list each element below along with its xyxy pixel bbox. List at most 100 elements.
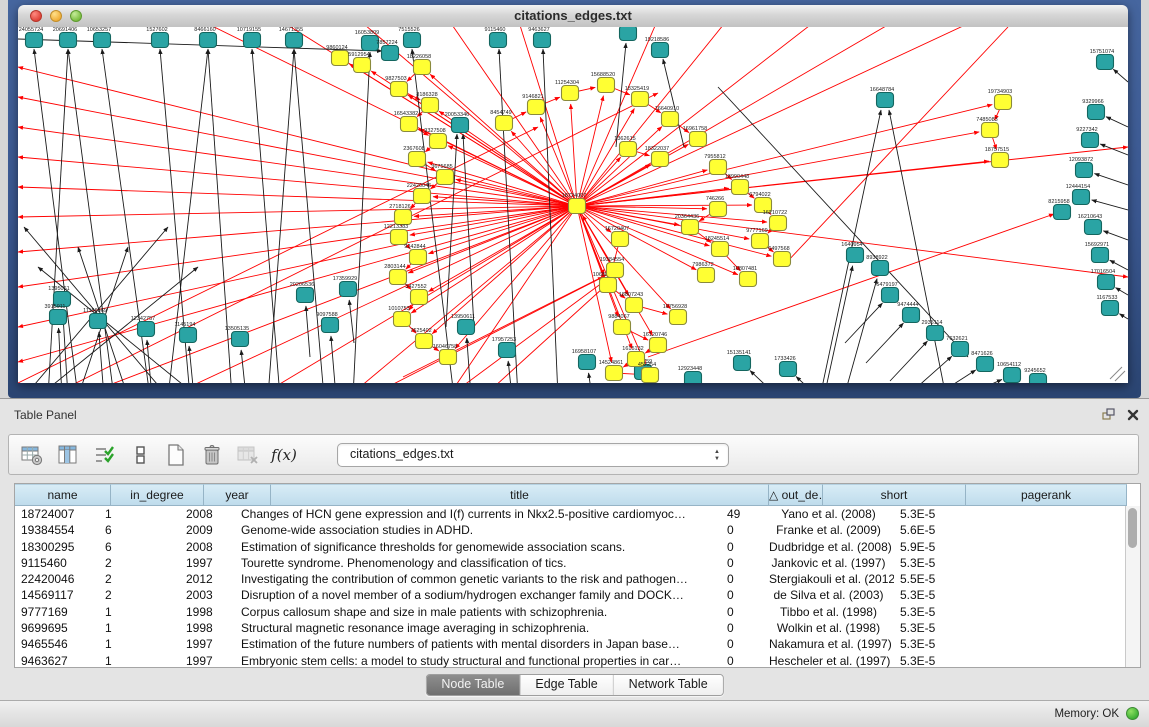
graph-node[interactable]: 8938922 xyxy=(866,255,888,276)
graph-node[interactable]: 8471626 xyxy=(971,351,993,372)
table-row[interactable]: 969969511998Structural magnetic resonanc… xyxy=(15,620,1140,636)
graph-node[interactable]: 1362615 xyxy=(614,136,636,157)
table-settings-button[interactable] xyxy=(19,442,45,468)
graph-node[interactable]: 12213383 xyxy=(384,224,408,245)
graph-node[interactable]: 9097588 xyxy=(316,312,338,333)
graph-node[interactable]: 3675685 xyxy=(431,164,453,185)
table-row[interactable]: 2242004622012Investigating the contribut… xyxy=(15,571,1140,587)
graph-node[interactable]: 16961758 xyxy=(683,126,707,147)
graph-node[interactable]: 1010753 xyxy=(388,306,410,327)
graph-node[interactable]: 10807481 xyxy=(733,266,757,287)
graph-node[interactable]: 7986372 xyxy=(692,262,714,283)
graph-node[interactable]: 7485083 xyxy=(976,117,998,138)
graph-node[interactable]: 1733426 xyxy=(774,356,796,377)
table-row[interactable]: 946362711997Embryonic stem cells: a mode… xyxy=(15,653,1140,669)
graph-node[interactable]: 3915911 xyxy=(44,304,66,325)
graph-node[interactable]: 14671355 xyxy=(279,27,303,48)
graph-node[interactable]: 16640910 xyxy=(655,106,679,127)
graph-node[interactable]: 10719155 xyxy=(237,27,261,48)
network-window-titlebar[interactable]: citations_edges.txt xyxy=(18,5,1128,28)
graph-node[interactable]: 12093872 xyxy=(1069,157,1093,178)
graph-node[interactable]: 9777169 xyxy=(746,228,768,249)
table-scrollbar-thumb[interactable] xyxy=(1128,508,1137,548)
table-row[interactable]: 977716911998Corpus callosum shape and si… xyxy=(15,604,1140,620)
graph-node[interactable]: 9115460 xyxy=(484,27,506,48)
graph-node[interactable]: 16210643 xyxy=(1078,214,1102,235)
graph-node[interactable]: 7857224 xyxy=(376,40,398,61)
table-row[interactable]: 946554611997Estimation of the future num… xyxy=(15,636,1140,652)
graph-node[interactable]: 19734903 xyxy=(988,89,1012,110)
graph-node[interactable]: 9463627 xyxy=(528,27,550,48)
graph-node[interactable]: 1527602 xyxy=(146,27,168,48)
table-row[interactable]: 1456911722003Disruption of a novel membe… xyxy=(15,587,1140,603)
graph-node[interactable]: 8215958 xyxy=(1048,199,1070,220)
tab-node-table[interactable]: Node Table xyxy=(426,675,520,695)
tab-network-table[interactable]: Network Table xyxy=(614,675,723,695)
graph-node[interactable]: 9827503 xyxy=(385,76,407,97)
table-row[interactable]: 911546021997Tourette syndrome. Phenomeno… xyxy=(15,555,1140,571)
graph-node[interactable]: 17957253 xyxy=(492,337,516,358)
graph-node[interactable]: 18325419 xyxy=(625,86,649,107)
float-panel-icon[interactable] xyxy=(1101,407,1115,426)
graph-node[interactable]: 9884067 xyxy=(608,314,630,335)
graph-node[interactable]: 17359929 xyxy=(333,276,357,297)
graph-node[interactable]: 12923448 xyxy=(678,366,702,383)
row-height-button[interactable] xyxy=(127,442,153,468)
graph-node[interactable]: 20691406 xyxy=(53,27,77,48)
graph-node[interactable]: 1167533 xyxy=(1096,295,1118,316)
graph-node[interactable]: 18322037 xyxy=(645,146,669,167)
graph-node[interactable]: 9146821 xyxy=(522,94,544,115)
graph-node[interactable]: 2803144 xyxy=(384,264,406,285)
graph-node[interactable]: 8454749 xyxy=(490,110,512,131)
graph-node[interactable]: 7515526 xyxy=(398,27,420,48)
new-table-button[interactable] xyxy=(163,442,189,468)
graph-node[interactable]: 15688520 xyxy=(591,72,615,93)
column-header-pagerank[interactable]: pagerank xyxy=(966,484,1127,506)
graph-node[interactable]: 18807243 xyxy=(619,292,643,313)
select-rows-button[interactable] xyxy=(91,442,117,468)
tab-edge-table[interactable]: Edge Table xyxy=(520,675,613,695)
graph-node[interactable]: 16046758 xyxy=(433,344,457,365)
graph-node[interactable]: 16543382 xyxy=(394,111,418,132)
graph-node[interactable]: 24055724 xyxy=(19,27,43,48)
graph-node[interactable]: 9860124 xyxy=(326,45,348,66)
graph-node[interactable]: 10654112 xyxy=(997,362,1021,383)
graph-node[interactable]: 8813054 xyxy=(614,27,636,41)
graph-node[interactable]: 10653257 xyxy=(87,27,111,48)
graph-node[interactable]: 7955812 xyxy=(704,154,726,175)
graph-node[interactable]: 9474444 xyxy=(897,302,919,323)
close-panel-icon[interactable] xyxy=(1127,408,1139,426)
graph-node[interactable]: 15692971 xyxy=(1085,242,1109,263)
network-canvas[interactable]: 1872400724055724206914061065325715276028… xyxy=(18,27,1128,383)
function-builder-button[interactable]: f(x) xyxy=(271,442,297,468)
column-header-year[interactable]: year xyxy=(204,484,271,506)
graph-node[interactable]: 18990448 xyxy=(725,174,749,195)
graph-node[interactable]: 9227342 xyxy=(1076,127,1098,148)
graph-node[interactable]: 6479197 xyxy=(876,282,898,303)
table-scrollbar[interactable] xyxy=(1125,506,1140,667)
graph-node[interactable]: 16720407 xyxy=(605,226,629,247)
table-selector-dropdown[interactable]: citations_edges.txt ▲▼ xyxy=(337,443,729,467)
graph-node[interactable]: 16648784 xyxy=(870,87,894,108)
graph-node[interactable]: 15135141 xyxy=(727,350,751,371)
column-header-name[interactable]: name xyxy=(15,484,111,506)
graph-node[interactable]: 18757515 xyxy=(985,147,1009,168)
window-resize-grip[interactable] xyxy=(1110,367,1125,381)
graph-node[interactable]: 13950611 xyxy=(451,314,475,335)
column-header-in_degree[interactable]: in_degree xyxy=(111,484,204,506)
graph-node[interactable]: 20053346 xyxy=(445,112,469,133)
graph-node[interactable]: 12342757 xyxy=(131,316,155,337)
graph-node[interactable]: 7632621 xyxy=(946,336,968,357)
graph-node[interactable]: 9242844 xyxy=(404,244,426,265)
graph-node[interactable]: 3427552 xyxy=(405,284,427,305)
graph-node[interactable]: 746266 xyxy=(706,196,727,217)
graph-node[interactable]: 16120746 xyxy=(643,332,667,353)
delete-column-button[interactable] xyxy=(199,442,225,468)
table-row[interactable]: 1872400712008Changes of HCN gene express… xyxy=(15,506,1140,522)
graph-node[interactable]: 15751074 xyxy=(1090,49,1114,70)
graph-node[interactable]: 6497568 xyxy=(768,246,790,267)
graph-node[interactable]: 9245652 xyxy=(1024,368,1046,383)
graph-node[interactable]: 16958107 xyxy=(572,349,596,370)
graph-node[interactable]: 9327508 xyxy=(424,128,446,149)
table-row[interactable]: 1830029562008Estimation of significance … xyxy=(15,539,1140,555)
